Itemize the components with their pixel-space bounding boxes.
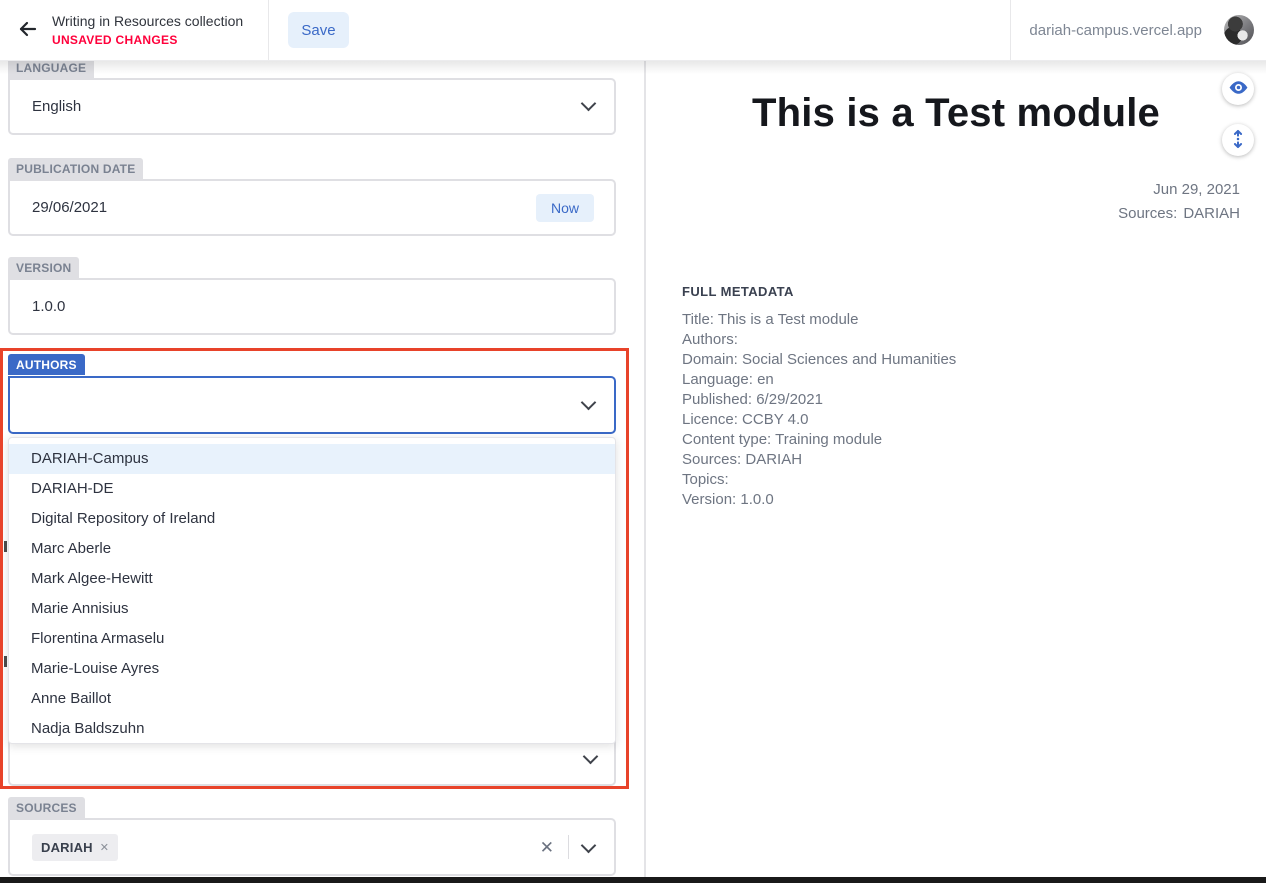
top-bar: Writing in Resources collection UNSAVED … xyxy=(0,0,1266,61)
version-label: VERSION xyxy=(8,257,79,278)
author-option[interactable]: Digital Repository of Ireland xyxy=(9,504,615,534)
metadata-line: Topics: xyxy=(682,470,956,490)
metadata-line: Sources: DARIAH xyxy=(682,450,956,470)
chevron-down-icon[interactable] xyxy=(581,394,597,410)
tag-remove-icon[interactable]: ✕ xyxy=(100,841,109,854)
preview-date: Jun 29, 2021 xyxy=(1118,178,1240,202)
form-pane: LANGUAGE English PUBLICATION DATE 29/06/… xyxy=(0,61,646,883)
preview-pane: This is a Test module Jun 29, 2021 Sourc… xyxy=(646,61,1266,883)
chevron-down-icon[interactable] xyxy=(581,96,597,112)
source-tag-value: DARIAH xyxy=(41,840,93,855)
metadata-line: Content type: Training module xyxy=(682,430,956,450)
publication-date-field[interactable]: 29/06/2021 Now xyxy=(8,179,616,236)
eye-icon xyxy=(1228,77,1249,101)
source-tag: DARIAH ✕ xyxy=(32,834,118,861)
metadata-line: Title: This is a Test module xyxy=(682,310,956,330)
preview-title: This is a Test module xyxy=(646,91,1266,136)
full-metadata-lines: Title: This is a Test moduleAuthors:Doma… xyxy=(682,310,956,510)
now-button[interactable]: Now xyxy=(536,194,594,222)
chevron-down-icon[interactable] xyxy=(581,837,597,853)
divider xyxy=(568,835,569,859)
scroll-sync-button[interactable] xyxy=(1222,124,1254,156)
author-option[interactable]: Mark Algee-Hewitt xyxy=(9,564,615,594)
back-button[interactable] xyxy=(10,12,46,48)
publication-date-value: 29/06/2021 xyxy=(32,199,107,216)
chevron-down-icon[interactable] xyxy=(583,749,599,765)
publication-date-label: PUBLICATION DATE xyxy=(8,158,143,179)
metadata-line: Language: en xyxy=(682,370,956,390)
save-button[interactable]: Save xyxy=(288,12,349,48)
authors-label: AUTHORS xyxy=(8,354,85,375)
preview-toggle-button[interactable] xyxy=(1222,73,1254,105)
site-url: dariah-campus.vercel.app xyxy=(1029,22,1202,39)
language-label: LANGUAGE xyxy=(8,61,94,78)
sources-label: SOURCES xyxy=(8,797,85,818)
back-arrow-icon xyxy=(16,17,40,44)
author-option[interactable]: Marc Aberle xyxy=(9,534,615,564)
author-option[interactable]: Marie Annisius xyxy=(9,594,615,624)
clear-all-icon[interactable]: ✕ xyxy=(540,839,554,856)
topbar-divider xyxy=(1010,0,1011,60)
obscured-field-fragment xyxy=(4,541,7,552)
author-option[interactable]: Anne Baillot xyxy=(9,684,615,714)
viewport-bottom-edge xyxy=(0,877,1266,883)
metadata-line: Domain: Social Sciences and Humanities xyxy=(682,350,956,370)
scroll-sync-icon xyxy=(1228,129,1248,152)
full-metadata-section: FULL METADATA Title: This is a Test modu… xyxy=(682,284,956,510)
entry-title: Writing in Resources collection xyxy=(52,13,243,29)
language-select[interactable]: English xyxy=(8,78,616,135)
preview-meta: Jun 29, 2021 Sources: DARIAH xyxy=(1118,178,1240,226)
author-option[interactable]: Marie-Louise Ayres xyxy=(9,654,615,684)
metadata-line: Licence: CCBY 4.0 xyxy=(682,410,956,430)
version-field[interactable]: 1.0.0 xyxy=(8,278,616,335)
version-value: 1.0.0 xyxy=(32,298,65,315)
author-option[interactable]: DARIAH-Campus xyxy=(9,444,615,474)
obscured-field-fragment xyxy=(4,656,7,667)
editor-content: LANGUAGE English PUBLICATION DATE 29/06/… xyxy=(0,61,1266,883)
metadata-line: Authors: xyxy=(682,330,956,350)
author-option[interactable]: DARIAH-DE xyxy=(9,474,615,504)
author-option[interactable]: Florentina Armaselu xyxy=(9,624,615,654)
metadata-line: Version: 1.0.0 xyxy=(682,490,956,510)
author-option[interactable]: Nadja Baldszuhn xyxy=(9,714,615,744)
preview-sources-value: DARIAH xyxy=(1183,205,1240,222)
topbar-divider xyxy=(268,0,269,60)
preview-sources-label: Sources: xyxy=(1118,205,1177,222)
avatar[interactable] xyxy=(1224,15,1254,45)
sources-select[interactable]: DARIAH ✕ ✕ xyxy=(8,818,616,876)
full-metadata-heading: FULL METADATA xyxy=(682,284,956,299)
authors-dropdown: DARIAH-CampusDARIAH-DEDigital Repository… xyxy=(8,437,616,744)
language-value: English xyxy=(32,98,81,115)
metadata-line: Published: 6/29/2021 xyxy=(682,390,956,410)
unsaved-changes-badge: UNSAVED CHANGES xyxy=(52,33,243,47)
authors-select[interactable] xyxy=(8,376,616,434)
